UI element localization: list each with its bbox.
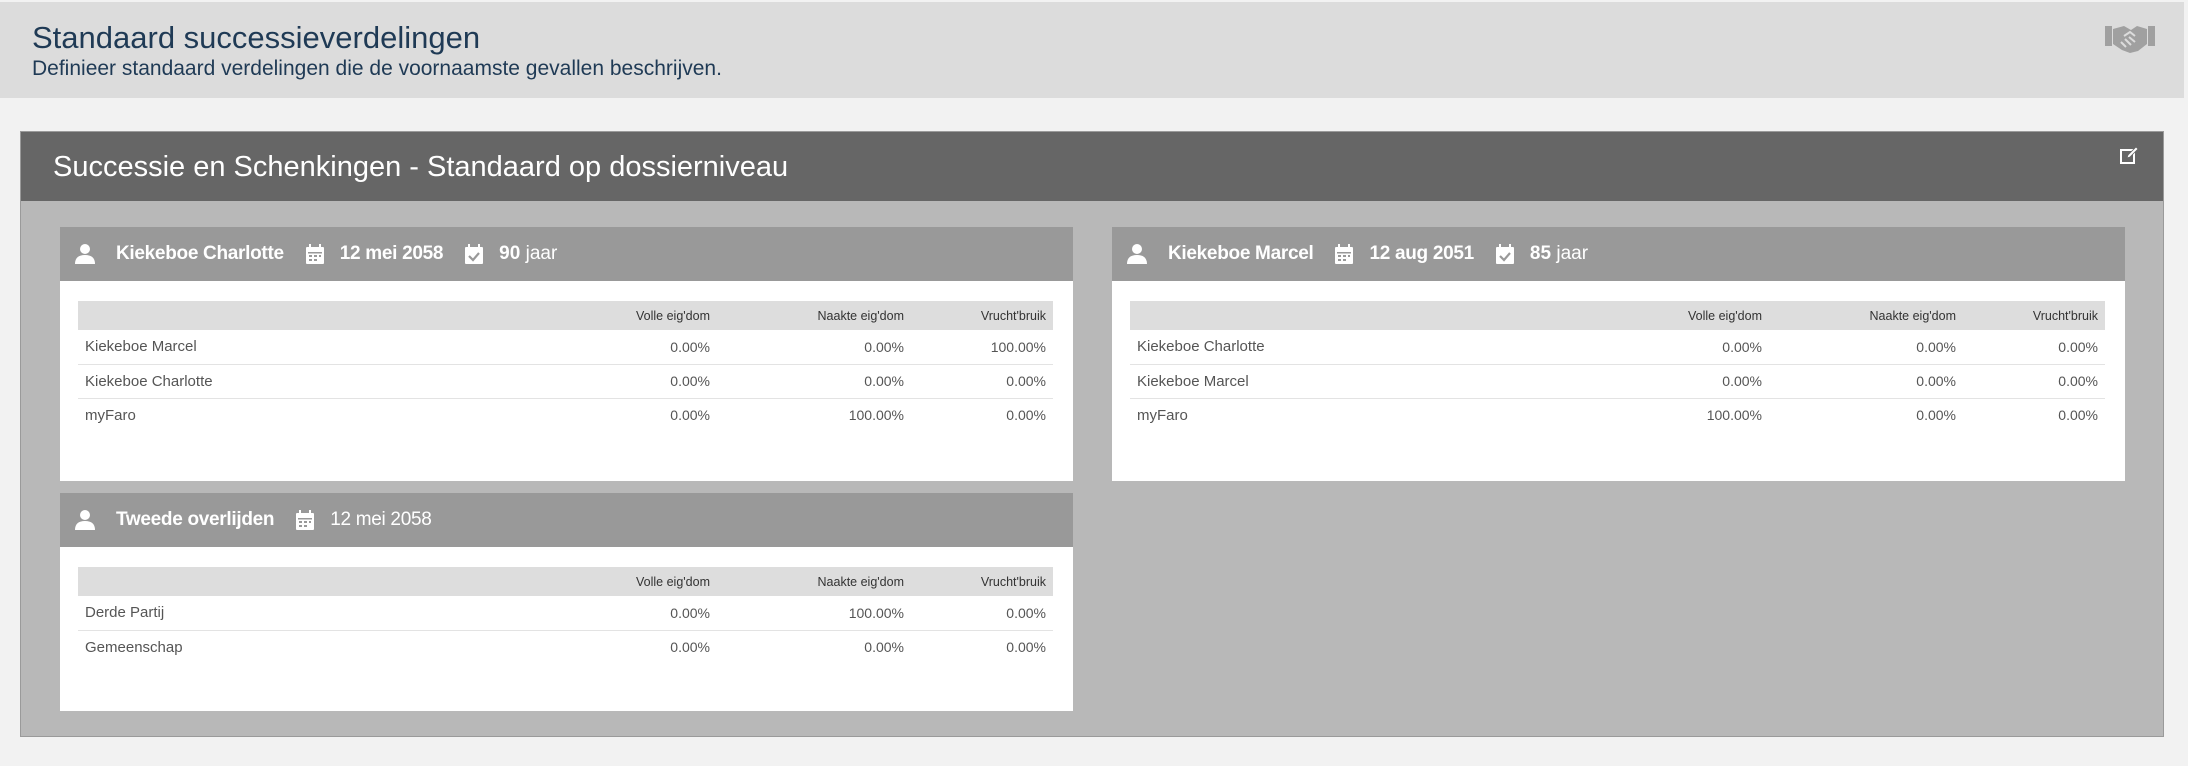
calendar-check-icon — [1495, 244, 1514, 264]
table-row: Gemeenschap 0.00% 0.00% 0.00% — [78, 629, 1053, 664]
death-date: 12 aug 2051 — [1369, 243, 1474, 264]
heir-name: Kiekeboe Marcel — [1130, 363, 1575, 398]
distribution-table: Volle eig'dom Naakte eig'dom Vrucht'brui… — [78, 301, 1053, 432]
heir-name: Kiekeboe Charlotte — [78, 363, 523, 398]
age: 90 jaar — [499, 243, 558, 264]
card-header: Tweede overlijden 12 mei 2058 — [60, 493, 1073, 547]
table-row: Kiekeboe Marcel 0.00% 0.00% 100.00% — [78, 330, 1053, 364]
distribution-table: Volle eig'dom Naakte eig'dom Vrucht'brui… — [78, 567, 1053, 664]
calendar-check-icon — [465, 244, 484, 264]
card-tweede-overlijden: Tweede overlijden 12 mei 2058 Volle eig'… — [60, 493, 1073, 711]
card-kiekeboe-marcel: Kiekeboe Marcel 12 aug 2051 85 jaar Voll… — [1112, 227, 2125, 481]
user-icon — [75, 510, 95, 530]
calendar-icon — [305, 244, 324, 264]
col-volle: Volle eig'dom — [1575, 301, 1769, 330]
heir-name: Derde Partij — [85, 604, 165, 622]
person-name: Tweede overlijden — [116, 509, 275, 530]
table-row: myFaro 0.00% 100.00% 0.00% — [78, 397, 1053, 432]
table-header-row: Volle eig'dom Naakte eig'dom Vrucht'brui… — [78, 301, 1053, 330]
col-vrucht: Vrucht'bruik — [911, 301, 1053, 330]
col-volle: Volle eig'dom — [523, 567, 717, 596]
col-volle: Volle eig'dom — [523, 301, 717, 330]
col-naakte: Naakte eig'dom — [1769, 301, 1963, 330]
succession-panel: Successie en Schenkingen - Standaard op … — [20, 131, 2164, 737]
calendar-icon — [296, 510, 315, 530]
heir-name: myFaro — [1130, 397, 1575, 432]
card-kiekeboe-charlotte: Kiekeboe Charlotte 12 mei 2058 90 jaar V… — [60, 227, 1073, 481]
death-date: 12 mei 2058 — [330, 509, 432, 530]
heir-name: myFaro — [78, 397, 523, 432]
heir-name: Kiekeboe Charlotte — [1137, 338, 1265, 356]
distribution-table: Volle eig'dom Naakte eig'dom Vrucht'brui… — [1130, 301, 2105, 432]
col-vrucht: Vrucht'bruik — [1963, 301, 2105, 330]
edit-icon[interactable] — [2119, 146, 2139, 166]
user-icon — [1127, 244, 1147, 264]
page-header: Standaard successieverdelingen Definieer… — [0, 2, 2184, 98]
table-row: Derde Partij 0.00% 100.00% 0.00% — [78, 596, 1053, 630]
heir-name: Gemeenschap — [78, 629, 523, 664]
table-row: Kiekeboe Charlotte 0.00% 0.00% 0.00% — [1130, 330, 2105, 364]
panel-header: Successie en Schenkingen - Standaard op … — [21, 132, 2163, 201]
table-header-row: Volle eig'dom Naakte eig'dom Vrucht'brui… — [1130, 301, 2105, 330]
user-icon — [75, 244, 95, 264]
table-row: Kiekeboe Charlotte 0.00% 0.00% 0.00% — [78, 363, 1053, 398]
col-naakte: Naakte eig'dom — [717, 301, 911, 330]
card-header: Kiekeboe Charlotte 12 mei 2058 90 jaar — [60, 227, 1073, 281]
person-name: Kiekeboe Marcel — [1168, 243, 1314, 264]
table-row: Kiekeboe Marcel 0.00% 0.00% 0.00% — [1130, 363, 2105, 398]
age: 85 jaar — [1529, 243, 1589, 264]
heir-name: Kiekeboe Marcel — [85, 338, 197, 356]
page-title: Standaard successieverdelingen — [32, 20, 481, 55]
death-date: 12 mei 2058 — [339, 243, 444, 264]
panel-title: Successie en Schenkingen - Standaard op … — [53, 151, 789, 183]
col-naakte: Naakte eig'dom — [717, 567, 911, 596]
handshake-icon — [2105, 26, 2155, 53]
table-header-row: Volle eig'dom Naakte eig'dom Vrucht'brui… — [78, 567, 1053, 596]
col-vrucht: Vrucht'bruik — [911, 567, 1053, 596]
table-row: myFaro 100.00% 0.00% 0.00% — [1130, 397, 2105, 432]
person-name: Kiekeboe Charlotte — [116, 243, 284, 264]
page-subtitle: Definieer standaard verdelingen die de v… — [32, 57, 722, 80]
card-header: Kiekeboe Marcel 12 aug 2051 85 jaar — [1112, 227, 2125, 281]
calendar-icon — [1335, 244, 1354, 264]
